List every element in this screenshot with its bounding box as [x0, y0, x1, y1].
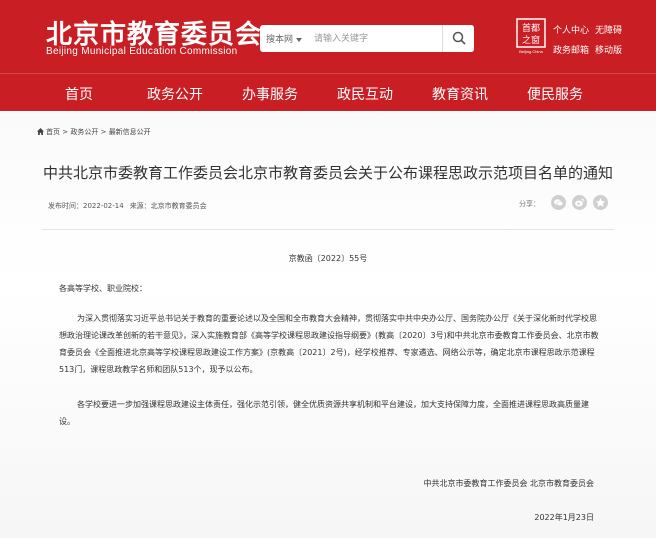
user-links: 个人中心 无障碍 政务邮箱 移动版: [553, 21, 628, 61]
accessibility-link[interactable]: 无障碍: [595, 26, 622, 36]
home-icon: [37, 127, 44, 137]
search-scope-select[interactable]: 搜本网: [266, 32, 303, 45]
article-meta: 发布时间：2022-02-14 来源：北京市教育委员会: [48, 201, 213, 211]
breadcrumb-latest[interactable]: 最新信息公开: [109, 128, 151, 136]
body-paragraph: 各学校要进一步加强课程思政建设主体责任，强化示范引领，健全优质资源共享机制和平台…: [59, 400, 589, 426]
search-input[interactable]: [314, 29, 444, 48]
svg-text:之窗: 之窗: [522, 34, 540, 46]
page-title: 中共北京市委教育工作委员会北京市教育委员会关于公布课程思政示范项目名单的通知: [42, 164, 613, 182]
breadcrumb-separator: >: [100, 128, 107, 136]
divider: [42, 229, 614, 230]
salutation: 各高等学校、职业院校：: [59, 284, 147, 293]
wechat-share-icon[interactable]: [551, 195, 566, 210]
breadcrumb-home[interactable]: 首页: [46, 128, 60, 136]
share-label: 分享：: [519, 200, 540, 208]
search-button[interactable]: [442, 25, 474, 52]
mobile-version-link[interactable]: 移动版: [595, 46, 622, 56]
issue-date: 2022年1月23日: [534, 513, 594, 522]
site-header: 北京市教育委员会 Beijing Municipal Education Com…: [0, 0, 656, 73]
breadcrumb-separator: >: [62, 128, 69, 136]
qzone-share-icon[interactable]: [593, 195, 608, 210]
weibo-share-icon[interactable]: [572, 195, 587, 210]
publish-date: 发布时间：2022-02-14: [48, 202, 124, 210]
site-logo-subtitle: Beijing Municipal Education Commission: [46, 46, 238, 57]
nav-item-convenience[interactable]: 便民服务: [527, 84, 583, 104]
breadcrumb: 首页 > 政务公开 > 最新信息公开: [37, 127, 151, 137]
svg-text:首都: 首都: [522, 22, 540, 34]
nav-item-gov-affairs[interactable]: 政务公开: [147, 84, 203, 104]
nav-item-interaction[interactable]: 政民互动: [337, 84, 393, 104]
article-source: 来源：北京市教育委员会: [129, 202, 207, 210]
nav-item-home[interactable]: 首页: [65, 84, 93, 104]
document-number: 京教函〔2022〕55号: [288, 254, 368, 263]
body-paragraph: 为深入贯彻落实习近平总书记关于教育的重要论述以及全国和全市教育大会精神，贯彻落实…: [59, 314, 599, 374]
gov-email-link[interactable]: 政务邮箱: [553, 46, 589, 56]
capital-window-logo-icon[interactable]: 首都 之窗 Beijing.China: [516, 18, 546, 54]
search-scope-label: 搜本网: [266, 35, 294, 45]
main-nav: 首页 政务公开 办事服务 政民互动 教育资讯 便民服务: [0, 73, 656, 111]
personal-center-link[interactable]: 个人中心: [553, 26, 589, 36]
nav-item-services[interactable]: 办事服务: [242, 84, 298, 104]
chevron-down-icon: [296, 37, 303, 42]
svg-text:Beijing.China: Beijing.China: [519, 49, 543, 54]
issuer-signature: 中共北京市委教育工作委员会 北京市教育委员会: [423, 479, 594, 488]
search-icon: [452, 31, 466, 45]
breadcrumb-gov-affairs[interactable]: 政务公开: [70, 128, 98, 136]
nav-item-news[interactable]: 教育资讯: [432, 84, 488, 104]
